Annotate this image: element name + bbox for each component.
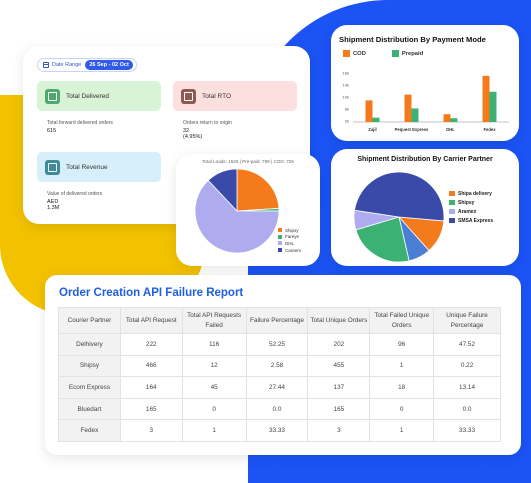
table-cell: 466: [119, 354, 183, 378]
table-cell: 3: [307, 419, 371, 442]
column-header: Courier Partner: [58, 307, 121, 334]
table-cell: 33.33: [433, 419, 501, 442]
table-cell: 1: [369, 419, 435, 442]
kpi-title: Total Revenue: [66, 163, 108, 171]
bar-prepaid-zajil: [372, 117, 380, 122]
legend-item: SMSA Express: [449, 216, 493, 225]
column-header: Total Failed Unique Orders: [369, 307, 435, 334]
courier-partner-cell: Fedex: [58, 419, 121, 442]
kpi-description: Orders return to origin: [183, 120, 232, 126]
table-cell: 45: [181, 376, 247, 399]
table-row: Shipsy 466 12 2.58 455 1 0.22: [58, 354, 501, 378]
column-header: Unique Failure Percentage: [433, 307, 501, 334]
table-cell: 1: [181, 419, 247, 442]
payment-bar-chart: 16k 14k 10k 6k 2k Zajil Pequest Express DHL Fede…: [343, 71, 509, 132]
column-header: Failure Percentage: [245, 307, 309, 334]
table-cell: 165: [307, 397, 371, 421]
table-cell: 12: [181, 354, 247, 378]
y-tick-label: 10k: [343, 95, 349, 100]
bar-prepaid-fedex: [489, 91, 497, 122]
table-cell: 164: [119, 376, 183, 399]
table-header-row: Courier Partner Total API Request Total …: [58, 307, 501, 334]
table-cell: 0: [181, 397, 247, 421]
table-cell: 3: [119, 419, 183, 442]
table-cell: 2.58: [245, 354, 309, 378]
legend-item: Shipa delivery: [449, 189, 493, 198]
api-failure-report-card: Order Creation API Failure Report Courie…: [45, 275, 521, 455]
kpi-value: 32 (4.95%): [183, 128, 203, 140]
table-cell: 18: [369, 376, 435, 399]
bar-cod-pequest-express: [404, 94, 412, 122]
date-range-value[interactable]: 26 Sep - 02 Oct: [85, 60, 133, 70]
courier-partner-cell: Delhivery: [58, 333, 121, 356]
x-tick-label: DHL: [446, 127, 455, 132]
legend-item: Shipsy: [449, 198, 493, 207]
column-header: Total API Requests Failed: [181, 307, 247, 334]
revenue-icon: [45, 159, 60, 175]
table-row: Bluedart 165 0 0.0 165 0 0.0: [58, 397, 501, 421]
table-cell: 222: [119, 333, 183, 356]
table-row: Delhivery 222 116 52.25 202 96 47.52: [58, 333, 501, 356]
table-cell: 0.22: [433, 354, 501, 378]
payment-mode-chart-card: Shipment Distribution By Payment Mode CO…: [331, 25, 519, 141]
carrier-legend: Shipa delivery Shipsy Aramex SMSA Expres…: [449, 189, 493, 225]
table-cell: 455: [307, 354, 371, 378]
loads-pie-card: Total Loads: 1525 | Pre-paid: 799 | COD:…: [176, 154, 320, 266]
legend-item: Fareye: [278, 234, 301, 241]
table-cell: 47.52: [433, 333, 501, 356]
y-tick-label: 14k: [343, 83, 349, 88]
date-range-filter[interactable]: Date Range 26 Sep - 02 Oct: [37, 58, 137, 72]
bar-prepaid-dhl: [450, 118, 458, 122]
bar-cod-fedex: [482, 75, 490, 122]
table-cell: 52.25: [245, 333, 309, 356]
x-tick-label: Pequest Express: [395, 127, 429, 132]
report-title: Order Creation API Failure Report: [59, 287, 244, 299]
failure-report-table: Courier Partner Total API Request Total …: [58, 307, 501, 442]
table-cell: 33.33: [245, 419, 309, 442]
bar-prepaid-pequest-express: [411, 108, 419, 122]
kpi-title: Total Delivered: [66, 92, 109, 100]
table-cell: 27.44: [245, 376, 309, 399]
y-tick-label: 2k: [345, 119, 349, 124]
table-cell: 96: [369, 333, 435, 356]
table-cell: 0.0: [433, 397, 501, 421]
table-cell: 116: [181, 333, 247, 356]
table-cell: 13.14: [433, 376, 501, 399]
table-cell: 202: [307, 333, 371, 356]
bar-cod-dhl: [443, 114, 451, 122]
bar-cod-zajil: [365, 100, 373, 122]
kpi-value: 615: [47, 128, 57, 134]
pie-slice-shipsy: [236, 168, 280, 212]
courier-partner-cell: Shipsy: [58, 354, 121, 378]
table-cell: 1: [369, 354, 435, 378]
kpi-title: Total RTO: [202, 92, 232, 100]
kpi-description: Value of delivered orders: [47, 191, 103, 197]
carrier-distribution-card: Shipment Distribution By Carrier Partner…: [331, 149, 519, 266]
table-cell: 137: [307, 376, 371, 399]
y-tick-label: 6k: [345, 107, 349, 112]
table-cell: 0: [369, 397, 435, 421]
kpi-description: Total forward delivered orders: [47, 120, 113, 126]
table-cell: 165: [119, 397, 183, 421]
y-tick-label: 16k: [343, 71, 349, 76]
courier-partner-cell: Bluedart: [58, 397, 121, 421]
table-row: Fedex 3 1 33.33 3 1 33.33: [58, 419, 501, 442]
x-tick-label: Zajil: [368, 127, 376, 132]
courier-partner-cell: Ecom Express: [58, 376, 121, 399]
legend-item: Shipsy: [278, 227, 301, 234]
delivered-box-icon: [45, 88, 60, 104]
calendar-icon: [43, 62, 49, 68]
table-cell: 0.0: [245, 397, 309, 421]
pie-legend: Shipsy Fareye DHL Careem: [278, 227, 301, 253]
column-header: Total API Request: [119, 307, 183, 334]
legend-item: DHL: [278, 240, 301, 247]
date-range-label: Date Range: [52, 62, 82, 68]
column-header: Total Unique Orders: [307, 307, 371, 334]
table-row: Ecom Express 164 45 27.44 137 18 13.14: [58, 376, 501, 399]
legend-item: Aramex: [449, 207, 493, 216]
return-box-icon: [181, 88, 196, 104]
kpi-value: AED 1.3M: [47, 199, 60, 211]
legend-item: Careem: [278, 247, 301, 254]
x-tick-label: Fedex: [483, 127, 496, 132]
